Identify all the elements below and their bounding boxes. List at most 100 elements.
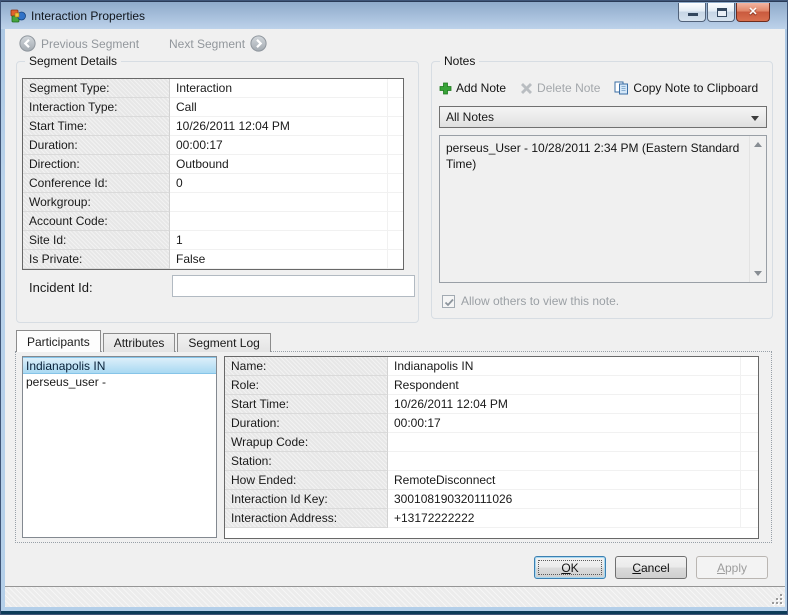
row-label: Segment Type: bbox=[23, 79, 170, 98]
checkmark-icon bbox=[444, 297, 455, 308]
row-value: 10/26/2011 12:04 PM bbox=[170, 117, 388, 136]
scroll-up-icon[interactable] bbox=[754, 142, 762, 147]
table-row: Workgroup: bbox=[23, 193, 403, 212]
tab-segment-log[interactable]: Segment Log bbox=[177, 333, 270, 352]
incident-id-label: Incident Id: bbox=[29, 280, 93, 295]
row-label: Account Code: bbox=[23, 212, 170, 231]
close-icon: ✕ bbox=[737, 5, 769, 18]
titlebar[interactable]: Interaction Properties ✕ bbox=[1, 1, 787, 29]
notes-filter-value: All Notes bbox=[446, 110, 494, 124]
row-value: Call bbox=[170, 98, 388, 117]
note-viewer[interactable]: perseus_User - 10/28/2011 2:34 PM (Easte… bbox=[439, 135, 767, 283]
scroll-down-icon[interactable] bbox=[754, 271, 762, 276]
window-title: Interaction Properties bbox=[31, 9, 145, 23]
delete-icon bbox=[520, 82, 533, 95]
table-row: Start Time:10/26/2011 12:04 PM bbox=[23, 117, 403, 136]
allow-view-note-label: Allow others to view this note. bbox=[461, 294, 619, 308]
row-value: 0 bbox=[170, 174, 388, 193]
table-row: Station: bbox=[225, 452, 758, 471]
row-label: Workgroup: bbox=[23, 193, 170, 212]
list-item[interactable]: perseus_user - bbox=[23, 374, 216, 391]
row-label: Direction: bbox=[23, 155, 170, 174]
segment-nav-toolbar: Previous Segment Next Segment bbox=[5, 29, 785, 59]
row-value bbox=[388, 433, 741, 452]
row-value: 1 bbox=[170, 231, 388, 250]
table-row: Interaction Address:+13172222222 bbox=[225, 509, 758, 528]
row-value: Respondent bbox=[388, 376, 741, 395]
note-scrollbar[interactable] bbox=[749, 136, 766, 282]
next-arrow-icon bbox=[250, 35, 267, 52]
row-value: 300108190320111026 bbox=[388, 490, 741, 509]
table-row: Is Private:False bbox=[23, 250, 403, 269]
minimize-icon bbox=[688, 13, 698, 16]
apply-button[interactable]: Apply bbox=[696, 556, 768, 579]
row-value: Indianapolis IN bbox=[388, 357, 741, 376]
row-label: Name: bbox=[225, 357, 388, 376]
row-label: Station: bbox=[225, 452, 388, 471]
row-value: Interaction bbox=[170, 79, 388, 98]
segment-details-table: Segment Type:Interaction Interaction Typ… bbox=[22, 78, 404, 270]
previous-segment-label: Previous Segment bbox=[41, 37, 139, 51]
copy-icon bbox=[614, 81, 629, 95]
allow-view-note-row: Allow others to view this note. bbox=[442, 294, 619, 308]
add-note-button[interactable]: Add Note bbox=[439, 81, 506, 95]
participants-tab-panel: Indianapolis IN perseus_user - Name:Indi… bbox=[15, 351, 772, 543]
table-row: Account Code: bbox=[23, 212, 403, 231]
row-label: Interaction Id Key: bbox=[225, 490, 388, 509]
table-row: Site Id:1 bbox=[23, 231, 403, 250]
tab-participants[interactable]: Participants bbox=[16, 330, 101, 352]
copy-note-button[interactable]: Copy Note to Clipboard bbox=[614, 81, 758, 95]
notes-title: Notes bbox=[440, 54, 479, 68]
tab-attributes[interactable]: Attributes bbox=[103, 333, 176, 352]
status-bar bbox=[5, 586, 785, 607]
tabstrip: Participants Attributes Segment Log bbox=[16, 330, 273, 352]
table-row: How Ended:RemoteDisconnect bbox=[225, 471, 758, 490]
previous-segment-button[interactable]: Previous Segment bbox=[19, 35, 139, 52]
table-row: Interaction Type:Call bbox=[23, 98, 403, 117]
row-label: Interaction Type: bbox=[23, 98, 170, 117]
row-label: Interaction Address: bbox=[225, 509, 388, 528]
row-label: Wrapup Code: bbox=[225, 433, 388, 452]
table-row: Conference Id:0 bbox=[23, 174, 403, 193]
note-text: perseus_User - 10/28/2011 2:34 PM (Easte… bbox=[446, 140, 744, 172]
row-value bbox=[388, 452, 741, 471]
row-value bbox=[170, 193, 388, 212]
maximize-button[interactable] bbox=[707, 3, 735, 22]
participant-list[interactable]: Indianapolis IN perseus_user - bbox=[22, 356, 217, 538]
row-label: Duration: bbox=[225, 414, 388, 433]
allow-view-note-checkbox[interactable] bbox=[442, 295, 455, 308]
close-button[interactable]: ✕ bbox=[736, 3, 770, 22]
list-item[interactable]: Indianapolis IN bbox=[23, 357, 216, 374]
notes-filter-dropdown[interactable]: All Notes bbox=[439, 106, 767, 128]
row-label: Start Time: bbox=[225, 395, 388, 414]
row-label: Conference Id: bbox=[23, 174, 170, 193]
segment-details-group: Segment Details Segment Type:Interaction… bbox=[16, 61, 419, 323]
cancel-button[interactable]: Cancel bbox=[615, 556, 687, 579]
minimize-button[interactable] bbox=[678, 3, 706, 22]
table-row: Interaction Id Key:300108190320111026 bbox=[225, 490, 758, 509]
app-icon bbox=[10, 8, 26, 27]
resize-grip[interactable] bbox=[770, 592, 782, 604]
ok-button[interactable]: OK bbox=[534, 556, 606, 579]
previous-arrow-icon bbox=[19, 35, 36, 52]
delete-note-button[interactable]: Delete Note bbox=[520, 81, 600, 95]
table-row: Duration:00:00:17 bbox=[225, 414, 758, 433]
table-row: Duration:00:00:17 bbox=[23, 136, 403, 155]
segment-details-title: Segment Details bbox=[25, 54, 121, 68]
participant-details-table: Name:Indianapolis IN Role:Respondent Sta… bbox=[224, 356, 759, 539]
row-value: Outbound bbox=[170, 155, 388, 174]
dialog-client-area: Previous Segment Next Segment Segment De… bbox=[5, 29, 785, 607]
row-label: How Ended: bbox=[225, 471, 388, 490]
delete-note-label: Delete Note bbox=[537, 81, 600, 95]
row-value: RemoteDisconnect bbox=[388, 471, 741, 490]
chevron-down-icon bbox=[751, 116, 759, 121]
next-segment-button[interactable]: Next Segment bbox=[169, 35, 267, 52]
incident-id-input[interactable] bbox=[172, 275, 415, 297]
row-label: Is Private: bbox=[23, 250, 170, 269]
row-label: Start Time: bbox=[23, 117, 170, 136]
row-value: 10/26/2011 12:04 PM bbox=[388, 395, 741, 414]
table-row: Role:Respondent bbox=[225, 376, 758, 395]
table-row: Name:Indianapolis IN bbox=[225, 357, 758, 376]
next-segment-label: Next Segment bbox=[169, 37, 245, 51]
row-label: Role: bbox=[225, 376, 388, 395]
